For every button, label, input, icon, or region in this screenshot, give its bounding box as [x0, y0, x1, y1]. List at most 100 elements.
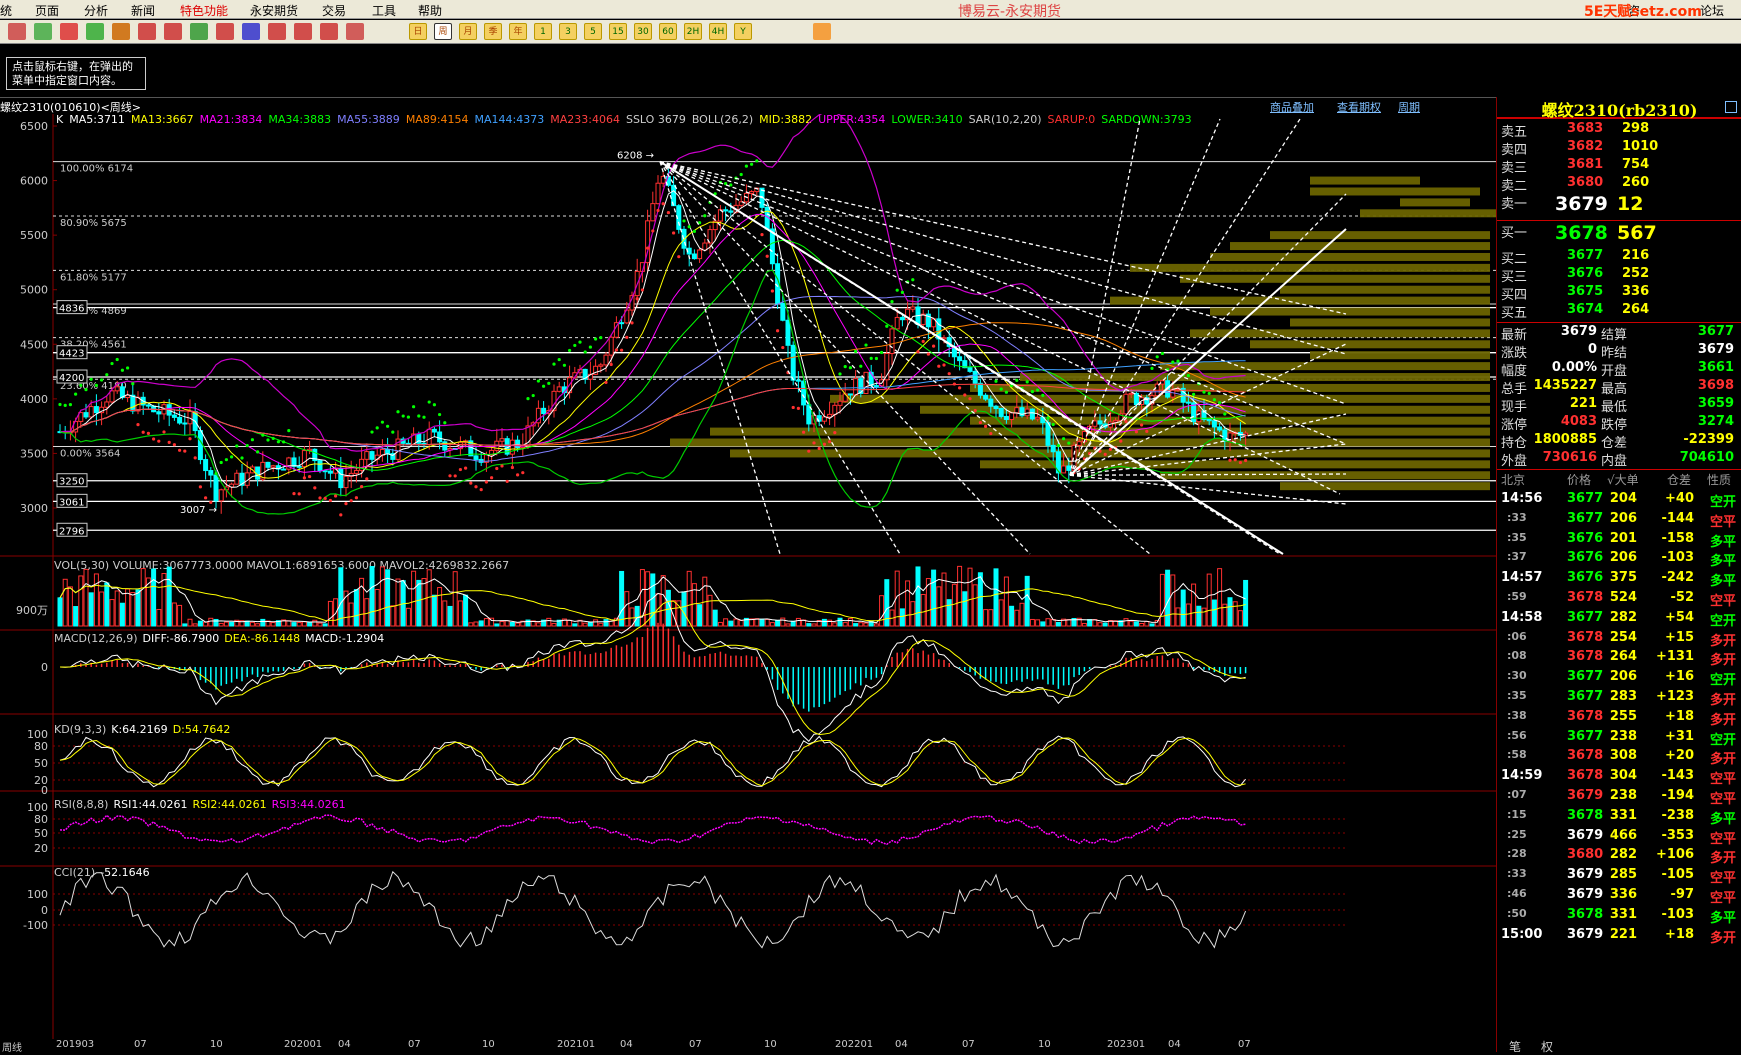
sar-dot [781, 345, 785, 350]
menu-item-3[interactable]: 新闻 [131, 2, 155, 19]
period-button-6[interactable]: 3 [559, 23, 577, 40]
volume-bar [229, 621, 235, 627]
sar-dot [1160, 351, 1164, 356]
sar-dot [661, 202, 665, 206]
menu-right-forum[interactable]: 论坛 [1700, 2, 1724, 19]
tick-time: :35 [1507, 530, 1527, 544]
tab-ticks[interactable]: 笔 [1509, 1038, 1521, 1055]
draw-icon[interactable] [190, 23, 208, 40]
x-axis-label: 07 [689, 1039, 702, 1050]
period-button-9[interactable]: 30 [634, 23, 652, 40]
indicator-item: MA21:3834 [200, 114, 263, 126]
sar-dot [609, 362, 613, 367]
candle-body [972, 370, 978, 384]
period-button-0[interactable]: 日 [409, 23, 427, 40]
filter-icon[interactable] [242, 23, 260, 40]
tick-price: 3676 [1567, 530, 1604, 546]
menu-item-0[interactable]: 统 [0, 2, 12, 19]
sar-dot [141, 430, 145, 434]
new-icon[interactable] [268, 23, 286, 40]
volume-bar [109, 599, 115, 627]
menu-item-2[interactable]: 分析 [84, 2, 108, 19]
menu-item-6[interactable]: 交易 [322, 2, 346, 19]
menu-item-5[interactable]: 永安期货 [250, 2, 298, 19]
period-button-12[interactable]: 4H [709, 23, 727, 40]
sar-dot [167, 440, 171, 444]
link-period[interactable]: 周期 [1398, 99, 1420, 115]
period-button-2[interactable]: 月 [459, 23, 477, 40]
candle-body [837, 400, 843, 406]
volume-bar [161, 573, 167, 627]
candle-body [296, 465, 302, 468]
tick-row: :33 3677 206 -144 空平 [1497, 511, 1741, 533]
link-options[interactable]: 查看期权 [1337, 99, 1381, 115]
stat-value: -22399 [1683, 432, 1734, 447]
period-button-7[interactable]: 5 [584, 23, 602, 40]
zoom-in-icon[interactable] [112, 23, 130, 40]
period-button-4[interactable]: 年 [509, 23, 527, 40]
candle-body [1196, 410, 1202, 423]
volume-bar [967, 567, 973, 627]
tick-header: 北京 价格 √大单 仓差 性质 [1497, 471, 1741, 489]
volume-bar [915, 566, 921, 627]
period-button-13[interactable]: Y [734, 23, 752, 40]
period-button-5[interactable]: 1 [534, 23, 552, 40]
tick-nature: 空平 [1710, 772, 1737, 788]
stat-label: 昨结 [1601, 346, 1628, 361]
chart-area[interactable]: K MA5:3711 MA13:3667 MA21:3834 MA34:3883 MA55… [0, 114, 1496, 1039]
volume-bar [567, 619, 573, 627]
sar-dot [1119, 439, 1123, 443]
volume-bar [463, 594, 469, 627]
menu-item-1[interactable]: 页面 [35, 2, 59, 19]
tick-icon[interactable] [346, 23, 364, 40]
bid-label: 买四 [1501, 288, 1528, 303]
candle-body [109, 390, 115, 403]
volume-profile-bar [1290, 318, 1490, 327]
f10-icon[interactable] [60, 23, 78, 40]
sar-dot [635, 297, 639, 301]
menu-item-4[interactable]: 特色功能 [180, 2, 228, 19]
back-icon[interactable] [34, 23, 52, 40]
period-button-3[interactable]: 季 [484, 23, 502, 40]
sar-dot [490, 476, 494, 480]
menu-item-7[interactable]: 工具 [372, 2, 396, 19]
stat-value: 4083 [1560, 414, 1597, 429]
x-axis-label: 07 [1238, 1039, 1251, 1050]
volume-bar [1133, 621, 1139, 627]
volume-bar [1149, 623, 1155, 627]
y-tick-label: 5500 [20, 229, 48, 242]
tick-price: 3678 [1567, 590, 1604, 605]
tick-time: :30 [1507, 669, 1527, 683]
link-overlay[interactable]: 商品叠加 [1270, 99, 1314, 115]
stat-value: 3679 [1697, 342, 1734, 357]
sar-dot [240, 456, 244, 460]
window-icon[interactable] [164, 23, 182, 40]
price-level-label: 4836 [59, 304, 84, 315]
tick-price: 3676 [1567, 550, 1604, 566]
paint-icon[interactable] [216, 23, 234, 40]
kd-tick-label: 0 [41, 784, 48, 797]
calculator-icon[interactable] [813, 23, 831, 40]
period-button-11[interactable]: 2H [684, 23, 702, 40]
volume-bar [301, 621, 307, 627]
list-icon[interactable] [294, 23, 312, 40]
restore-icon[interactable] [1725, 101, 1737, 113]
home-icon[interactable] [8, 23, 26, 40]
zoom-out-icon[interactable] [138, 23, 156, 40]
sar-dot [110, 361, 114, 366]
tick-price: 3680 [1567, 847, 1604, 863]
tab-rights[interactable]: 权 [1541, 1038, 1553, 1055]
volume-bar [62, 578, 68, 627]
period-button-10[interactable]: 60 [659, 23, 677, 40]
refresh-icon[interactable] [86, 23, 104, 40]
candle-body [1097, 420, 1103, 425]
sar-dot [859, 364, 863, 368]
line-chart-icon[interactable] [320, 23, 338, 40]
sar-dot [323, 496, 327, 500]
period-button-1[interactable]: 周 [434, 23, 452, 40]
sar-dot [1233, 458, 1237, 462]
period-button-8[interactable]: 15 [609, 23, 627, 40]
tick-row: :08 3678 264 +131 多开 [1497, 649, 1741, 671]
volume-bar [213, 618, 219, 627]
menu-item-8[interactable]: 帮助 [418, 2, 442, 19]
